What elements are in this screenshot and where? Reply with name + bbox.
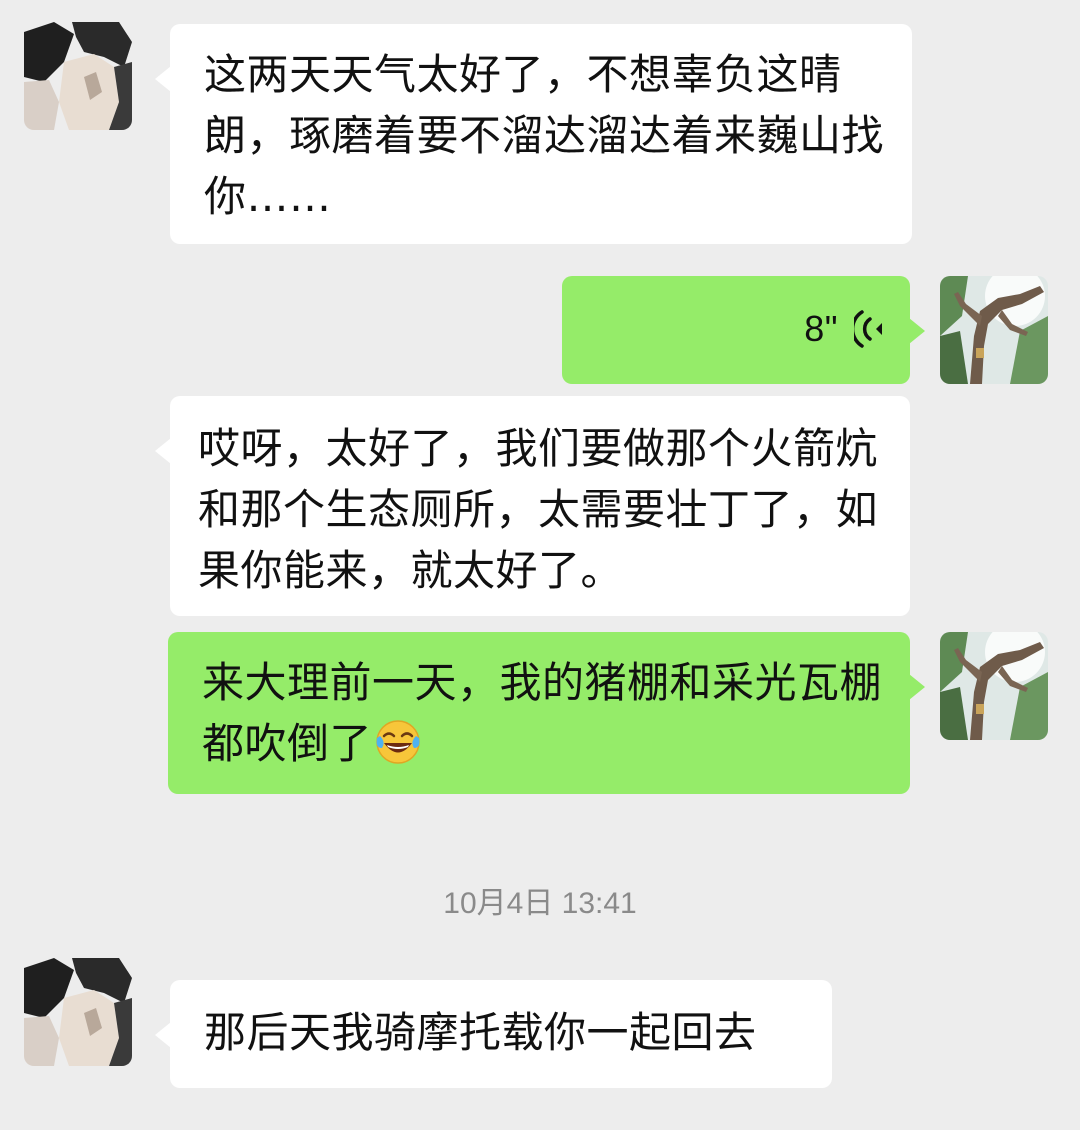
blurred-avatar-icon — [24, 958, 132, 1066]
tree-photo-avatar-icon — [940, 276, 1048, 384]
message-bubble-incoming[interactable]: 那后天我骑摩托载你一起回去 — [155, 980, 832, 1088]
message-timestamp: 10月4日 13:41 — [443, 887, 637, 920]
message-bubble-incoming[interactable]: 哎呀，太好了，我们要做那个火箭炕和那个生态厕所，太需要壮丁了，如果你能来，就太好… — [155, 396, 910, 616]
message-bubble-incoming[interactable]: 这两天天气太好了，不想辜负这晴朗，琢磨着要不溜达溜达着来巍山找你…… — [155, 24, 912, 244]
voice-duration: 8" — [804, 308, 838, 349]
my-avatar[interactable] — [940, 632, 1048, 740]
message-text: 那后天我骑摩托载你一起回去 — [204, 1008, 757, 1057]
tree-photo-avatar-icon — [940, 632, 1048, 740]
voice-wave-icon — [854, 310, 882, 348]
message-text: 这两天天气太好了，不想辜负这晴朗，琢磨着要不溜达溜达着来巍山找你…… — [204, 50, 885, 221]
message-text: 哎呀，太好了，我们要做那个火箭炕和那个生态厕所，太需要壮丁了，如果你能来，就太好… — [198, 424, 879, 595]
contact-avatar[interactable] — [24, 958, 132, 1066]
tears-of-joy-emoji-icon — [376, 720, 420, 764]
contact-avatar[interactable] — [24, 22, 132, 130]
message-bubble-outgoing[interactable]: 来大理前一天，我的猪棚和采光瓦棚都吹倒了 — [168, 632, 925, 794]
message-text: 来大理前一天，我的猪棚和采光瓦棚都吹倒了 — [202, 658, 883, 768]
blurred-avatar-icon — [24, 22, 132, 130]
voice-message-bubble[interactable]: 8" — [562, 276, 925, 384]
chat-view: 这两天天气太好了，不想辜负这晴朗，琢磨着要不溜达溜达着来巍山找你…… 8" 哎呀… — [0, 0, 1080, 1130]
my-avatar[interactable] — [940, 276, 1048, 384]
